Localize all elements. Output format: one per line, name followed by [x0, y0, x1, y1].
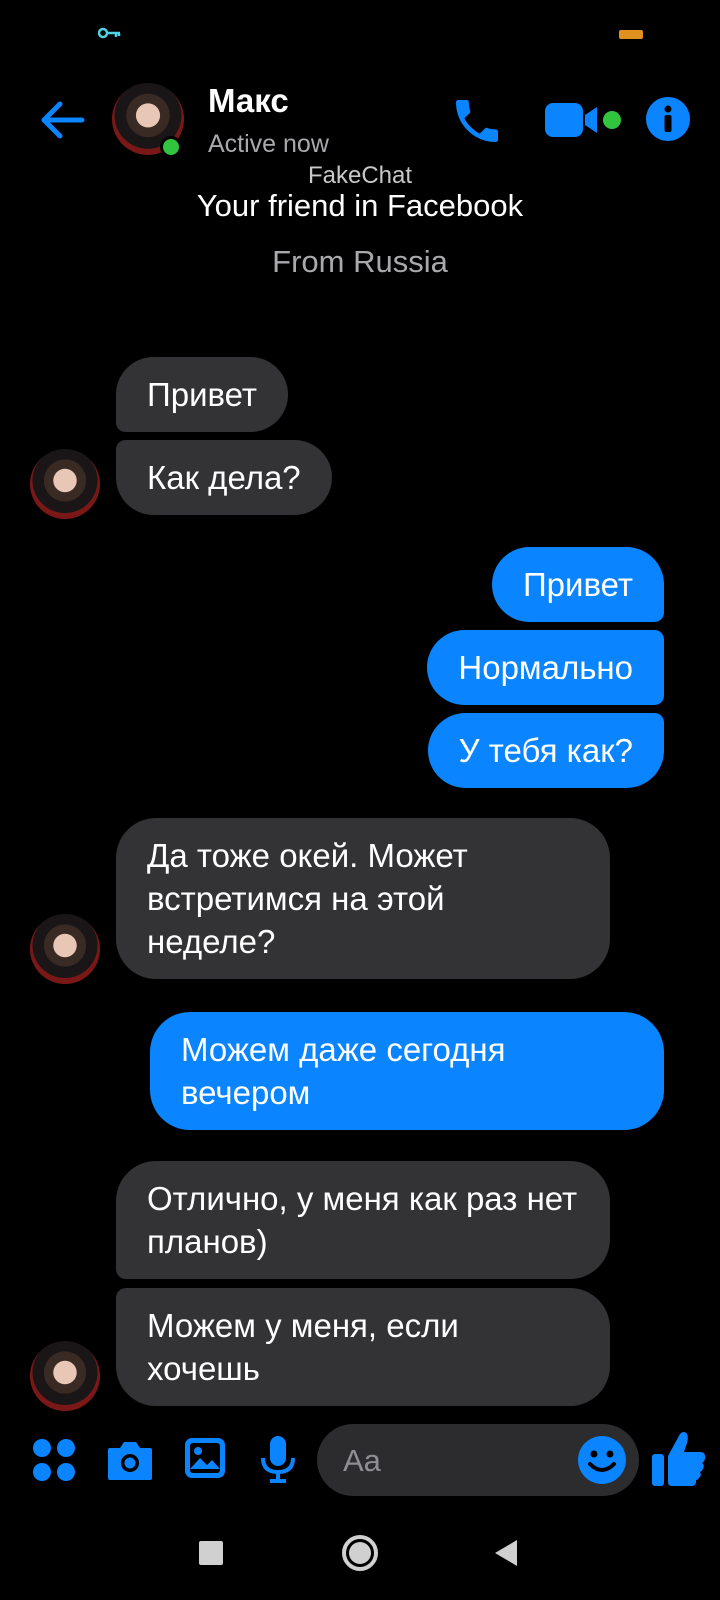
thumbs-up-icon[interactable] [650, 1428, 708, 1490]
contact-name[interactable]: Макс [208, 82, 289, 120]
location-line: From Russia [272, 244, 448, 279]
message-bubble-incoming[interactable]: Привет [116, 357, 289, 432]
nav-home-icon[interactable] [341, 1534, 379, 1572]
back-arrow-icon[interactable] [38, 96, 86, 144]
microphone-icon[interactable] [259, 1434, 297, 1484]
contact-avatar-small[interactable] [30, 914, 100, 984]
online-indicator [160, 136, 182, 158]
camera-icon[interactable] [106, 1438, 154, 1482]
gallery-icon[interactable] [183, 1436, 227, 1480]
video-camera-icon[interactable] [545, 97, 605, 143]
contact-status: Active now [208, 130, 329, 158]
message-input[interactable] [341, 1424, 565, 1498]
key-icon [98, 27, 121, 39]
phone-icon[interactable] [449, 93, 505, 149]
friend-line: Your friend in Facebook [196, 188, 524, 223]
message-bubble-outgoing[interactable]: Привет [491, 547, 664, 622]
message-bubble-incoming[interactable]: Отлично, у меня как раз нет планов) [116, 1161, 610, 1279]
message-bubble-outgoing[interactable]: У тебя как? [427, 713, 664, 788]
watermark-text: FakeChat [307, 162, 413, 189]
message-bubble-incoming[interactable]: Да тоже окей. Может встретимся на этой н… [116, 818, 610, 979]
message-bubble-outgoing[interactable]: Можем даже сегодня вечером [150, 1012, 664, 1130]
message-bubble-outgoing[interactable]: Нормально [427, 630, 664, 705]
video-active-indicator [603, 111, 621, 129]
nav-recents-icon[interactable] [199, 1541, 223, 1565]
battery-icon [619, 30, 643, 39]
info-icon[interactable] [645, 96, 691, 142]
message-bubble-incoming[interactable]: Как дела? [116, 440, 332, 515]
contact-avatar-small[interactable] [30, 449, 100, 519]
message-bubble-incoming[interactable]: Можем у меня, если хочешь [116, 1288, 610, 1406]
apps-grid-icon[interactable] [31, 1437, 77, 1483]
nav-back-icon[interactable] [493, 1538, 519, 1568]
emoji-icon[interactable] [576, 1434, 628, 1486]
contact-avatar-small[interactable] [30, 1341, 100, 1411]
